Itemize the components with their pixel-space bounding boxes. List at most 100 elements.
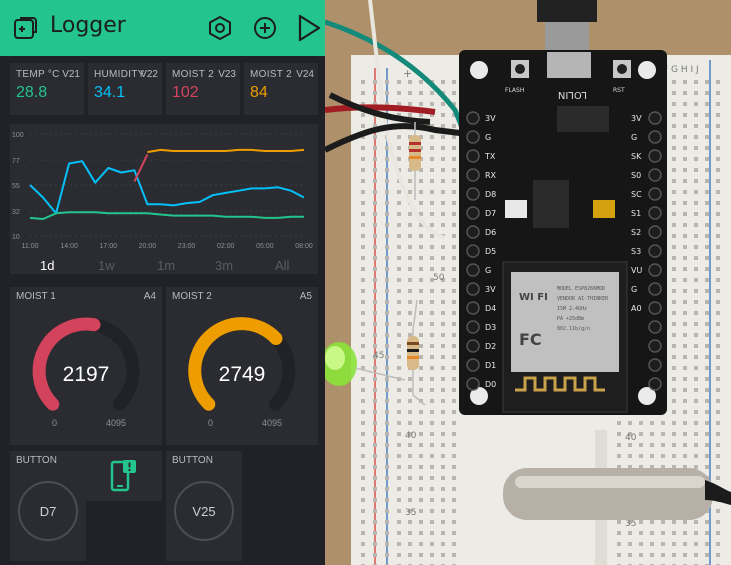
lolin-brand: LOLIN [558,89,587,100]
button-d7[interactable]: D7 [18,481,78,541]
period-tab-3m[interactable]: 3m [215,258,233,273]
temperature-probe [503,468,731,520]
gauge-max: 4095 [106,418,127,428]
button-v25[interactable]: V25 [174,481,234,541]
gauge-min: 0 [208,418,214,428]
rst-label: RST [613,87,625,94]
gauge-value: 2749 [218,363,266,386]
pin-label: S2 [631,228,641,237]
pin-label: D3 [485,323,496,332]
add-widget-icon[interactable] [252,15,278,41]
row-number-35-right: 35 [625,519,636,529]
pin-label: D2 [485,342,496,351]
value-display-value: 34.1 [94,84,126,101]
period-tab-1m[interactable]: 1m [157,258,175,273]
value-display-pin: V22 [140,69,158,80]
pin-label: D1 [485,361,496,370]
settings-hex-icon[interactable] [207,15,233,41]
chart-y-tick: 100 [12,132,24,139]
pin-label: G [485,133,491,142]
pin-label: D8 [485,190,496,199]
value-display-temp[interactable]: TEMP °C V21 28.8 [10,63,84,115]
gauge-pin: A4 [143,291,156,302]
usb-cable [537,0,597,22]
value-display-pin: V23 [218,69,236,80]
chart-y-tick: 10 [12,234,20,241]
chart-series-line-3 [147,148,305,154]
chart-series-line-1 [29,211,304,220]
chart-x-tick: 23:00 [178,243,196,250]
value-display-humidity[interactable]: HUMIDITY V22 34.1 [88,63,162,115]
module-line: VENDOR AI-THINKER [557,296,609,302]
row-number-50: 50 [433,273,445,283]
button-widget-d7[interactable]: BUTTON D7 [10,451,86,561]
pin-label: SC [631,190,642,199]
module-line: ISM 2.4GHz [557,306,587,312]
gauge-moist2[interactable]: MOIST 2 A5 2749 0 4095 [166,287,318,445]
pin-label: G [485,266,491,275]
blynk-app-screen: Logger TEMP °C V21 28.8 HUMIDITY V22 34.… [0,0,325,565]
period-tab-all[interactable]: All [275,258,289,273]
chart-series-line-0 [29,160,305,215]
value-display-moist2-b[interactable]: MOIST 2 V24 84 [244,63,318,115]
row-number-40: 40 [405,431,417,441]
value-display-label: MOIST 2 [250,69,292,80]
value-display-value: 84 [250,84,268,101]
history-chart[interactable]: 100 77 55 32 10 11:00 14:00 17:00 20:00 23:00 02:0… [10,124,318,274]
pin-label: 3V [631,114,642,123]
pin-label: S1 [631,209,641,218]
button-widget-label: BUTTON [16,455,57,466]
project-icon[interactable] [12,15,38,41]
flash-label: FLASH [505,87,524,94]
pin-label: D4 [485,304,496,313]
module-line: PA +25dBm [557,316,584,322]
play-icon[interactable] [296,13,322,43]
value-display-pin: V24 [296,69,314,80]
module-line: 802.11b/g/n [557,326,590,332]
app-title: Logger [50,13,126,38]
pin-label: 3V [485,114,496,123]
micro-usb-port [547,52,591,78]
pin-label: G [631,285,637,294]
chart-x-tick: 08:00 [295,243,313,250]
button-widget-label: BUTTON [172,455,213,466]
chart-x-tick: 11:00 [22,243,39,250]
button-widget-v25[interactable]: BUTTON V25 [166,451,242,561]
chart-y-tick: 32 [12,209,20,216]
pin-label: D5 [485,247,496,256]
chart-y-tick: 55 [12,183,20,190]
gauge-label: MOIST 2 [172,291,212,302]
chart-svg: 100 77 55 32 1011:00 14:00 17:00 20:00 23:00 02:0… [12,132,313,250]
gauge-min: 0 [52,418,58,428]
chart-x-tick: 02:00 [217,243,235,250]
chart-x-tick: 05:00 [256,243,274,250]
phone-alert-icon [110,460,136,492]
pin-label: S3 [631,247,641,256]
pin-label: D7 [485,209,496,218]
chart-series-line-2 [133,153,149,183]
hardware-photo: + F G H I J 50 45 40 40 35 35 FLASH RST … [325,0,731,565]
value-display-pin: V21 [62,69,80,80]
usb-uart-chip [557,106,609,132]
pin-label: D6 [485,228,496,237]
value-display-value: 102 [172,84,199,101]
notification-widget[interactable] [86,451,162,501]
gauge-max: 4095 [262,418,283,428]
pin-label: S0 [631,171,641,180]
period-tab-1w[interactable]: 1w [98,258,115,273]
value-display-value: 28.8 [16,84,48,101]
app-bar: Logger [0,0,325,56]
period-tab-1d[interactable]: 1d [40,258,54,273]
row-number-40-right: 40 [625,433,637,443]
gauge-moist1[interactable]: MOIST 1 A4 2197 0 4095 [10,287,162,445]
chart-y-tick: 77 [12,158,20,165]
chart-x-tick: 20:00 [139,243,157,250]
value-display-moist2-a[interactable]: MOIST 2 V23 102 [166,63,240,115]
pin-label: G [631,133,637,142]
value-display-label: HUMIDITY [94,69,145,80]
row-number-45: 45 [373,351,384,361]
pin-label: TX [484,152,496,161]
wifi-logo: WI FI [519,292,548,303]
value-display-label: TEMP °C [16,69,60,80]
gauge-label: MOIST 1 [16,291,56,302]
